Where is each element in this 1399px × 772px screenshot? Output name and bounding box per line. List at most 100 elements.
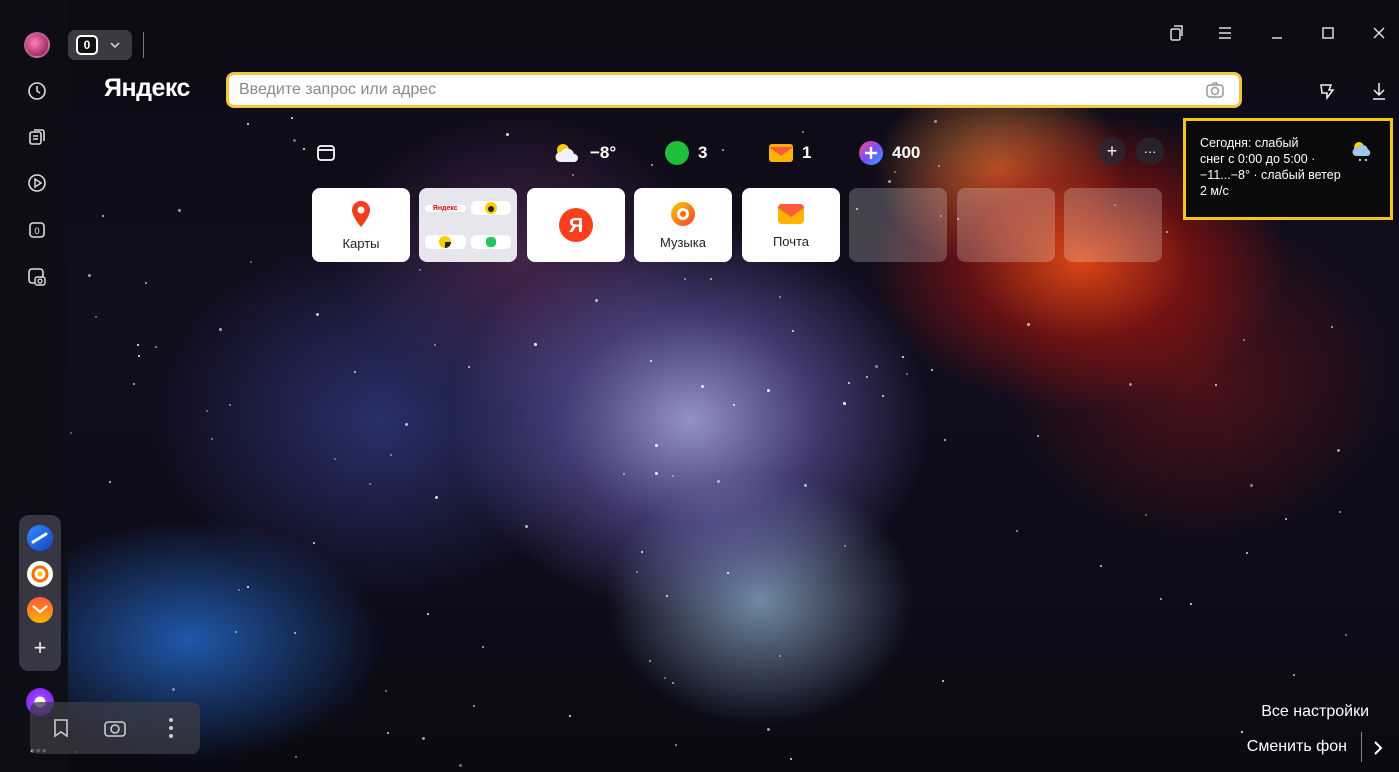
star: [102, 215, 105, 218]
weather-temp: −8°: [590, 143, 617, 162]
sidebar: 0 + •••: [0, 0, 68, 772]
tile-mail[interactable]: Почта: [742, 188, 840, 262]
tab-counter-icon[interactable]: 0: [22, 215, 52, 245]
collections-icon[interactable]: [22, 122, 52, 152]
star: [138, 354, 141, 357]
svg-text:0: 0: [34, 227, 40, 237]
tab-counter-button[interactable]: 0: [68, 30, 132, 60]
mail-count: 1: [802, 143, 812, 162]
tile-music[interactable]: Музыка: [634, 188, 732, 262]
add-icon[interactable]: +: [27, 635, 53, 661]
maximize-icon[interactable]: [1315, 20, 1341, 46]
star: [206, 409, 209, 412]
messenger-icon[interactable]: [27, 525, 53, 551]
download-icon[interactable]: [1366, 78, 1392, 104]
video-play-icon[interactable]: [22, 168, 52, 198]
star: [70, 431, 73, 434]
tile-maps[interactable]: Карты: [312, 188, 410, 262]
star: [709, 277, 712, 280]
tile-empty[interactable]: [849, 188, 947, 262]
plus-points-icon: [859, 141, 883, 165]
vertical-dots-icon[interactable]: [158, 714, 184, 742]
music-icon[interactable]: [27, 561, 53, 587]
camera-search-icon[interactable]: [1205, 81, 1225, 99]
star: [132, 382, 135, 385]
minimize-icon[interactable]: [1264, 20, 1290, 46]
star: [1242, 338, 1245, 341]
address-bar[interactable]: Введите запрос или адрес: [226, 72, 1242, 108]
star: [1345, 634, 1348, 637]
traffic-widget[interactable]: 3: [664, 138, 707, 168]
bookmark-icon[interactable]: [48, 714, 74, 742]
add-tile-button[interactable]: +: [1098, 137, 1126, 165]
star: [843, 401, 847, 405]
mini-smile-icon: [470, 201, 511, 216]
history-icon[interactable]: [22, 76, 52, 106]
star: [848, 382, 851, 385]
star: [1165, 230, 1168, 233]
weather-tooltip: Сегодня: слабый снег с 0:00 до 5:00 · −1…: [1183, 118, 1393, 220]
star: [801, 130, 804, 133]
star: [893, 171, 896, 174]
tile-yandex[interactable]: Я: [527, 188, 625, 262]
tab-view-icon[interactable]: [316, 138, 336, 168]
star: [246, 585, 249, 588]
star: [665, 595, 668, 598]
star: [525, 524, 529, 528]
sidebar-services-panel: +: [19, 515, 61, 671]
star: [1129, 382, 1133, 386]
screenshot-icon[interactable]: [22, 262, 52, 292]
mail-icon[interactable]: [27, 597, 53, 623]
star: [1189, 603, 1192, 606]
star: [778, 296, 781, 299]
star: [506, 132, 510, 136]
star: [390, 454, 393, 457]
weather-widget[interactable]: −8°: [552, 138, 616, 168]
star: [1036, 434, 1039, 437]
close-icon[interactable]: [1366, 20, 1392, 46]
star: [482, 646, 485, 648]
star: [571, 173, 574, 176]
star: [108, 481, 111, 484]
star: [426, 613, 429, 616]
tab-count: 0: [76, 35, 98, 55]
star: [683, 278, 686, 281]
menu-icon[interactable]: [1212, 20, 1238, 46]
star: [640, 550, 643, 553]
protect-icon[interactable]: [1314, 78, 1340, 104]
all-settings-link[interactable]: Все настройки: [1261, 703, 1369, 721]
plus-widget[interactable]: 400: [858, 138, 920, 168]
star: [218, 328, 222, 332]
star: [650, 360, 653, 363]
star: [387, 731, 390, 734]
change-background-link[interactable]: Сменить фон: [1247, 738, 1347, 756]
star: [1330, 326, 1333, 329]
chevron-right-icon[interactable]: [1368, 736, 1388, 760]
profile-avatar[interactable]: [24, 32, 50, 58]
star: [1284, 517, 1287, 520]
camera-icon[interactable]: [102, 714, 128, 742]
tile-label: Почта: [772, 233, 810, 249]
bookmarks-window-icon[interactable]: [1164, 20, 1190, 46]
star: [229, 403, 232, 406]
star: [594, 299, 598, 303]
star: [422, 736, 426, 740]
star: [636, 570, 639, 573]
star: [294, 755, 297, 758]
star: [434, 344, 437, 347]
star: [534, 342, 538, 346]
mail-widget[interactable]: 1: [768, 138, 811, 168]
tile-empty[interactable]: [957, 188, 1055, 262]
star: [1250, 484, 1254, 488]
yandex-logo[interactable]: Яндекс: [104, 74, 190, 103]
tile-label: Карты: [342, 235, 380, 251]
more-options-button[interactable]: ···: [1136, 137, 1164, 165]
star: [369, 482, 372, 485]
star: [246, 123, 249, 126]
star: [1245, 551, 1248, 554]
star: [95, 316, 98, 319]
tile-yandex-group[interactable]: Яндекс: [419, 188, 517, 262]
star: [844, 544, 847, 547]
tile-empty[interactable]: [1064, 188, 1162, 262]
star: [87, 274, 91, 278]
